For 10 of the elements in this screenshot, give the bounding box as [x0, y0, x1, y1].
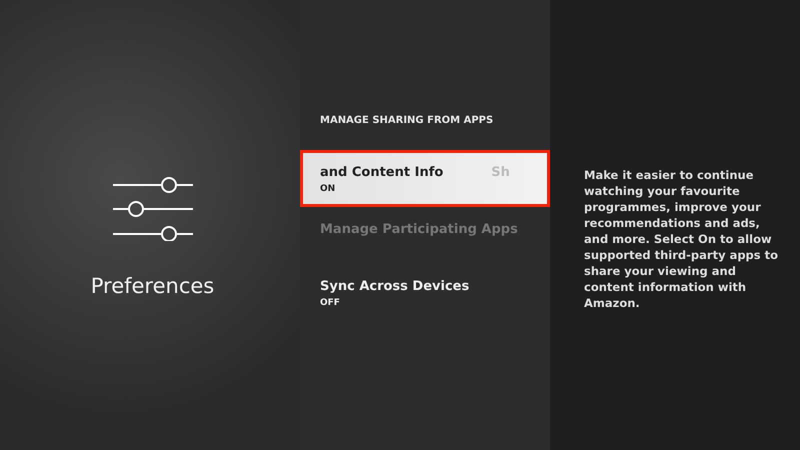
- item-title: Sync Across Devices: [320, 279, 470, 294]
- item-value: OFF: [320, 298, 341, 308]
- menu-item[interactable]: Sync Across Devices OFF: [300, 264, 550, 321]
- item-title: Manage Participating Apps: [320, 222, 518, 237]
- sliders-icon: [110, 177, 194, 241]
- item-value: ON: [320, 184, 336, 194]
- item-title: and Content Info: [320, 165, 444, 180]
- description: Make it easier to continue watching your favourite programmes, improve your recommendations and ads, and more. Select On to allow supported third-party apps to share your viewing and content information with Amazon.: [584, 167, 780, 311]
- section-header: MANAGE SHARING FROM APPS: [320, 115, 494, 128]
- category-title: Preferences: [90, 274, 214, 298]
